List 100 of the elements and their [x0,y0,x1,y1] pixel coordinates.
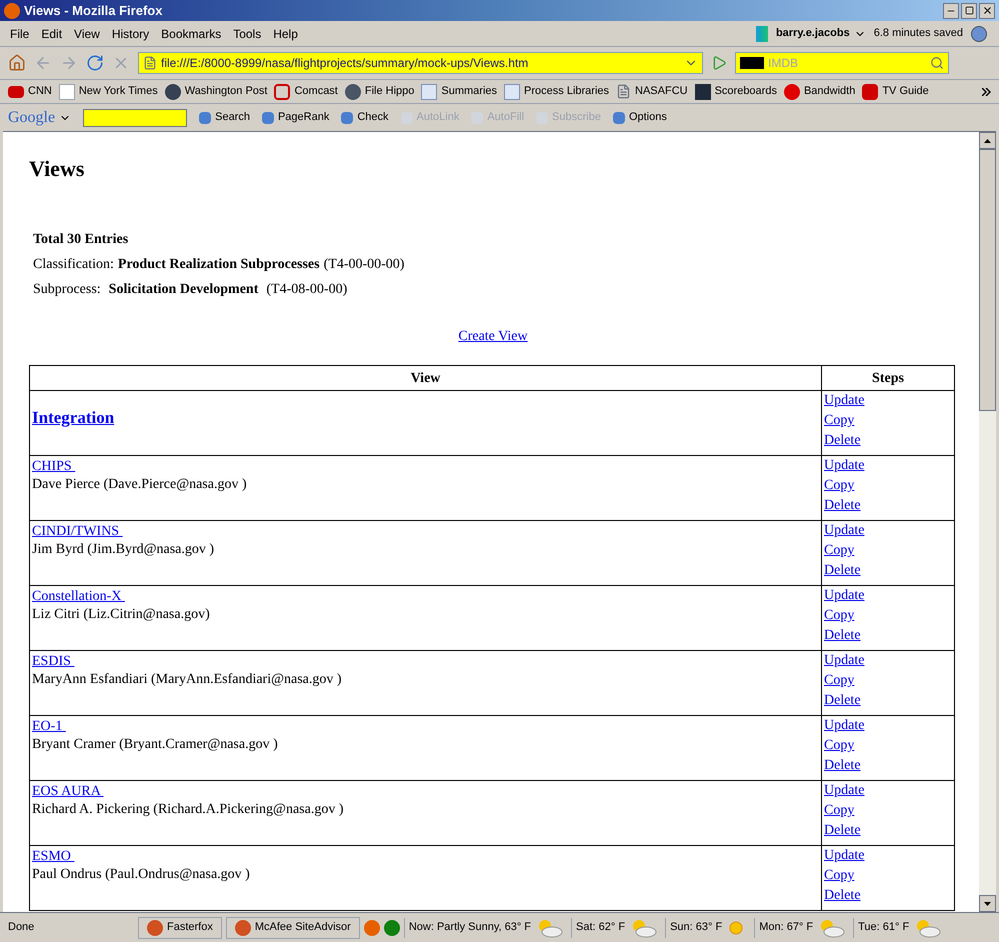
step-link[interactable]: Delete [824,691,861,711]
toolbar-icon [199,112,212,124]
project-link[interactable]: CHIPS [32,458,76,476]
maximize-button[interactable] [961,2,977,18]
step-link[interactable]: Copy [824,671,854,691]
project-link[interactable]: CINDI/TWINS [32,523,123,541]
classification-label: Classification: [33,256,114,274]
bookmark-item[interactable]: Scoreboards [694,83,777,100]
menu-item[interactable]: Tools [227,24,268,42]
bookmark-item[interactable]: Comcast [274,83,338,100]
addon-icon [234,920,251,936]
step-link[interactable]: Delete [824,886,861,906]
bookmark-item[interactable]: File Hippo [344,83,414,100]
bookmark-item[interactable]: Process Libraries [504,83,610,100]
step-link[interactable]: Delete [824,756,861,776]
step-link[interactable]: Copy [824,801,854,821]
project-link[interactable]: ESDIS [32,653,74,671]
subprocess-value: Solicitation Development [108,281,258,299]
menu-item[interactable]: Help [267,24,304,42]
more-bookmarks-icon[interactable] [982,88,991,96]
google-logo: Google [8,108,56,128]
project-link[interactable]: ESMO [32,848,74,866]
step-link[interactable]: Delete [824,561,861,581]
step-link[interactable]: Update [824,651,864,671]
weather-text: Tue: 61° F [858,920,910,936]
subprocess-label: Subprocess: [33,281,101,299]
bookmark-item[interactable]: CNN [8,83,52,100]
step-link[interactable]: Update [824,716,864,736]
step-link[interactable]: Copy [824,866,854,886]
toolbar-icon [262,112,274,124]
search-icon[interactable] [930,56,944,70]
contact-text: MaryAnn Esfandiari (MaryAnn.Esfandiari@nasa.gov ) [32,671,342,689]
time-saved-text: 6.8 minutes saved [874,26,963,42]
contact-text: Jim Byrd (Jim.Byrd@nasa.gov ) [32,541,214,559]
page-icon [143,56,157,70]
project-link[interactable]: EOS AURA [32,783,104,801]
scroll-up-icon[interactable] [979,132,996,149]
bookmark-item[interactable]: New York Times [58,83,158,100]
create-view-link[interactable]: Create View [458,326,528,347]
subprocess-code: (T4-08-00-00) [266,281,348,299]
toolbar-button[interactable]: Check [341,109,389,126]
classification-code: (T4-00-00-00) [324,256,404,274]
column-header: Steps [822,366,954,390]
reload-icon[interactable] [86,54,104,72]
step-link[interactable]: Delete [824,626,861,646]
contact-text: Bryant Cramer (Bryant.Cramer@nasa.gov ) [32,736,278,754]
contact-text: Liz Citri (Liz.Citrin@nasa.gov) [32,606,210,624]
total-entries: Total 30 Entries [33,231,130,249]
step-link[interactable]: Update [824,521,864,541]
step-link[interactable]: Copy [824,736,854,756]
bookmark-item[interactable]: Summaries [421,83,498,100]
step-link[interactable]: Delete [824,821,861,841]
toolbar-icon [341,112,354,124]
status-text: Done [7,920,36,936]
step-link[interactable]: Copy [824,411,854,431]
account-button[interactable]: barry.e.jacobs [776,25,866,42]
weather-text: Sat: 62° F [576,920,626,936]
addon-button[interactable]: Fasterfox [138,916,222,938]
bookmark-item[interactable]: Washington Post [164,83,268,100]
home-icon[interactable] [8,54,26,72]
toolbar-button[interactable]: Options [612,109,667,126]
step-link[interactable]: Delete [824,496,861,516]
menu-item[interactable]: Edit [35,24,68,42]
menu-item[interactable]: File [4,24,36,42]
google-search-field[interactable] [83,108,188,126]
minimize-button[interactable] [943,2,959,18]
scroll-thumb[interactable] [979,149,996,411]
column-header: View [30,366,822,390]
close-icon [982,5,992,16]
step-link[interactable]: Update [824,456,864,476]
project-link[interactable]: EO-1 [32,718,66,736]
step-link[interactable]: Update [824,391,864,411]
view-group-link[interactable]: Integration [32,408,114,427]
bookmark-item[interactable]: TV Guide [862,83,929,100]
step-link[interactable]: Copy [824,606,854,626]
bookmark-item[interactable]: NASAFCU [616,83,688,100]
project-link[interactable]: Constellation-X [32,588,125,606]
step-link[interactable]: Update [824,781,864,801]
step-link[interactable]: Copy [824,476,854,496]
menu-item[interactable]: Bookmarks [155,24,228,42]
toolbar-button[interactable]: Search [199,109,250,126]
addon-icon [147,920,163,936]
window-title: Views - Mozilla Firefox [24,2,162,20]
address-field[interactable]: file:///E:/8000-8999/nasa/flightprojects/summary/mock-ups/Views.htm [138,52,703,74]
bookmark-item[interactable]: Bandwidth [784,83,856,100]
contact-text: Richard A. Pickering (Richard.A.Pickering@nasa.gov ) [32,801,344,819]
contact-text: Dave Pierce (Dave.Pierce@nasa.gov ) [32,476,247,494]
classification-value: Product Realization Subprocesses [118,256,320,274]
step-link[interactable]: Update [824,586,864,606]
toolbar-button[interactable]: PageRank [262,109,330,126]
menu-item[interactable]: History [106,24,156,42]
down-arrow-icon [984,902,991,906]
step-link[interactable]: Delete [824,431,861,451]
menu-item[interactable]: View [68,24,106,42]
step-link[interactable]: Update [824,846,864,866]
scroll-down-icon[interactable] [979,895,996,912]
weather-text: Sun: 63° F [670,920,722,936]
step-link[interactable]: Copy [824,541,854,561]
close-button[interactable] [979,2,995,18]
addon-button[interactable]: McAfee SiteAdvisor [226,916,360,938]
